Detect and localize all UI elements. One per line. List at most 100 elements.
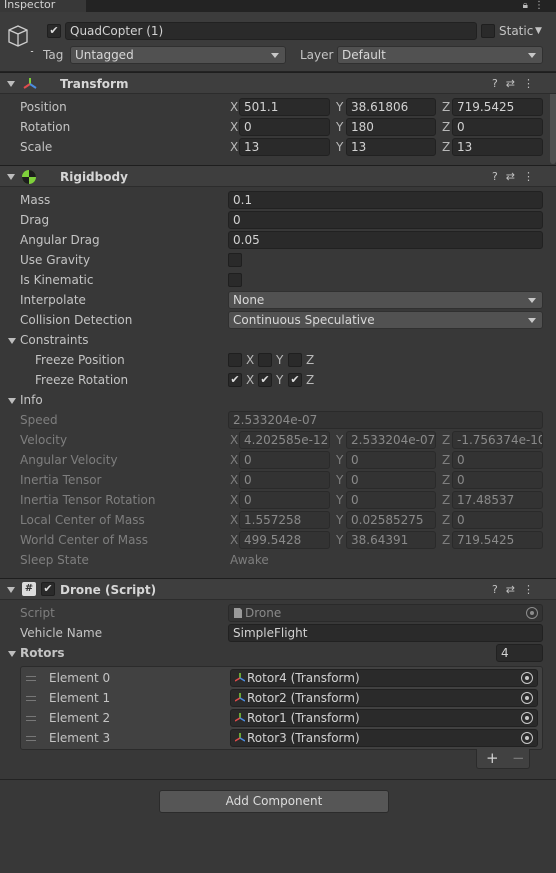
vehicle-name-field[interactable]: SimpleFlight bbox=[228, 624, 543, 642]
collapse-arrow-icon[interactable] bbox=[7, 587, 15, 593]
static-checkbox[interactable] bbox=[481, 24, 495, 38]
rotors-size-field[interactable]: 4 bbox=[496, 644, 543, 662]
help-icon[interactable]: ? bbox=[492, 77, 506, 90]
freeze-rotation-z-checkbox[interactable]: ✔ bbox=[288, 373, 302, 387]
help-icon[interactable]: ? bbox=[492, 170, 506, 183]
rotation-y-field[interactable]: 180 bbox=[346, 118, 436, 136]
help-icon[interactable]: ? bbox=[492, 583, 506, 596]
component-menu-icon[interactable]: ⋮ bbox=[523, 77, 542, 90]
rotor-element-field[interactable]: Rotor3 (Transform) bbox=[230, 729, 538, 747]
scale-y-field[interactable]: 13 bbox=[346, 138, 436, 156]
rotors-label[interactable]: Rotors bbox=[20, 644, 65, 662]
static-dropdown-arrow-icon[interactable]: ▼ bbox=[535, 22, 542, 40]
info-label[interactable]: Info bbox=[20, 391, 43, 409]
rigidbody-icon bbox=[22, 170, 36, 184]
axis-z-label[interactable]: Z bbox=[442, 118, 450, 136]
drone-enabled-checkbox[interactable]: ✔ bbox=[41, 582, 55, 596]
scale-x-field[interactable]: 13 bbox=[239, 138, 330, 156]
rotor-element-value: Rotor2 (Transform) bbox=[247, 691, 360, 705]
angular-velocity-label: Angular Velocity bbox=[20, 453, 118, 467]
component-menu-icon[interactable]: ⋮ bbox=[523, 170, 542, 183]
object-name-field[interactable]: QuadCopter (1) bbox=[65, 22, 477, 40]
rotors-foldout-icon[interactable] bbox=[8, 651, 16, 657]
use-gravity-checkbox[interactable] bbox=[228, 253, 242, 267]
collapse-arrow-icon[interactable] bbox=[7, 174, 15, 180]
inertia-tensor-rotation-y-field: 0 bbox=[346, 491, 436, 509]
freeze-position-z-checkbox[interactable] bbox=[288, 353, 302, 367]
script-label: Script bbox=[20, 606, 55, 620]
rotor-element-field[interactable]: Rotor2 (Transform) bbox=[230, 689, 538, 707]
tab-inspector[interactable]: Inspector bbox=[0, 0, 86, 12]
position-x-value: 501.1 bbox=[244, 100, 279, 114]
object-name-text: QuadCopter (1) bbox=[70, 24, 164, 38]
presets-icon[interactable]: ⇄ bbox=[506, 170, 523, 183]
freeze-rotation-x-checkbox[interactable]: ✔ bbox=[228, 373, 242, 387]
axis-x-label[interactable]: X bbox=[230, 98, 238, 116]
object-picker-icon[interactable] bbox=[521, 692, 533, 704]
local-center-of-mass-x-field: 1.557258 bbox=[239, 511, 330, 529]
local-center-of-mass-y-value: 0.02585275 bbox=[351, 513, 424, 527]
component-menu-icon[interactable]: ⋮ bbox=[523, 583, 542, 596]
collapse-arrow-icon[interactable] bbox=[7, 81, 15, 87]
object-picker-icon[interactable] bbox=[521, 732, 533, 744]
drag-handle-icon[interactable] bbox=[26, 696, 36, 701]
drag-handle-icon[interactable] bbox=[26, 736, 36, 741]
rotation-x-field[interactable]: 0 bbox=[239, 118, 330, 136]
freeze-position-y-checkbox[interactable] bbox=[258, 353, 272, 367]
axis-x-label: X bbox=[230, 513, 239, 527]
mass-field[interactable]: 0.1 bbox=[228, 191, 543, 209]
angular-drag-field[interactable]: 0.05 bbox=[228, 231, 543, 249]
angular-velocity-z-field: 0 bbox=[452, 451, 543, 469]
axis-z-label[interactable]: Z bbox=[442, 98, 450, 116]
interpolate-dropdown[interactable]: None bbox=[228, 291, 543, 309]
rotation-z-field[interactable]: 0 bbox=[452, 118, 543, 136]
position-z-field[interactable]: 719.5425 bbox=[452, 98, 543, 116]
presets-icon[interactable]: ⇄ bbox=[506, 583, 523, 596]
rigidbody-header[interactable]: Rigidbody ?⇄⋮ bbox=[0, 165, 556, 187]
angular-velocity-x-value: 0 bbox=[244, 453, 252, 467]
remove-element-button[interactable]: − bbox=[512, 749, 525, 768]
freeze-position-x-checkbox[interactable] bbox=[228, 353, 242, 367]
axis-y-label[interactable]: Y bbox=[336, 118, 343, 136]
drag-handle-icon[interactable] bbox=[26, 716, 36, 721]
axis-z-label: Z bbox=[442, 493, 451, 507]
add-component-button[interactable]: Add Component bbox=[159, 790, 389, 813]
axis-x-label[interactable]: X bbox=[230, 118, 238, 136]
tab-menu-icon[interactable]: ⋮ bbox=[534, 0, 550, 11]
rotation-x-value: 0 bbox=[244, 120, 252, 134]
axis-z-label[interactable]: Z bbox=[442, 138, 450, 156]
freeze-rotation-y-checkbox[interactable]: ✔ bbox=[258, 373, 272, 387]
transform-header[interactable]: Transform ?⇄⋮ bbox=[0, 72, 556, 94]
constraints-foldout-icon[interactable] bbox=[8, 338, 16, 344]
drone-script-header[interactable]: # ✔ Drone (Script) ?⇄⋮ bbox=[0, 578, 556, 600]
gameobject-cube-icon[interactable] bbox=[6, 22, 36, 52]
add-element-button[interactable]: + bbox=[486, 749, 499, 768]
is-kinematic-checkbox[interactable] bbox=[228, 273, 242, 287]
rotor-element-field[interactable]: Rotor4 (Transform) bbox=[230, 669, 538, 687]
tag-dropdown[interactable]: Untagged bbox=[70, 46, 286, 64]
position-y-field[interactable]: 38.61806 bbox=[346, 98, 436, 116]
position-x-field[interactable]: 501.1 bbox=[239, 98, 330, 116]
lock-icon[interactable]: 🔒︎ bbox=[523, 0, 534, 11]
scale-y-value: 13 bbox=[351, 140, 367, 154]
axis-x-label[interactable]: X bbox=[230, 138, 238, 156]
drag-field[interactable]: 0 bbox=[228, 211, 543, 229]
scale-z-field[interactable]: 13 bbox=[452, 138, 543, 156]
layer-dropdown[interactable]: Default bbox=[337, 46, 543, 64]
presets-icon[interactable]: ⇄ bbox=[506, 77, 523, 90]
collision-detection-dropdown[interactable]: Continuous Speculative bbox=[228, 311, 543, 329]
axis-y-label[interactable]: Y bbox=[336, 138, 343, 156]
rotor-element-label: Element 1 bbox=[49, 691, 111, 705]
drag-handle-icon[interactable] bbox=[26, 676, 36, 681]
rotor-element-field[interactable]: Rotor1 (Transform) bbox=[230, 709, 538, 727]
position-label: Position bbox=[20, 100, 67, 114]
inertia-tensor-rotation-z-value: 17.48537 bbox=[457, 493, 515, 507]
object-picker-icon[interactable] bbox=[521, 672, 533, 684]
tag-value: Untagged bbox=[75, 48, 134, 62]
tab-icons: 🔒︎⋮ bbox=[523, 0, 550, 12]
active-checkbox[interactable]: ✔ bbox=[47, 24, 61, 38]
axis-y-label[interactable]: Y bbox=[336, 98, 343, 116]
object-picker-icon[interactable] bbox=[521, 712, 533, 724]
constraints-label[interactable]: Constraints bbox=[20, 331, 88, 349]
info-foldout-icon[interactable] bbox=[8, 398, 16, 404]
